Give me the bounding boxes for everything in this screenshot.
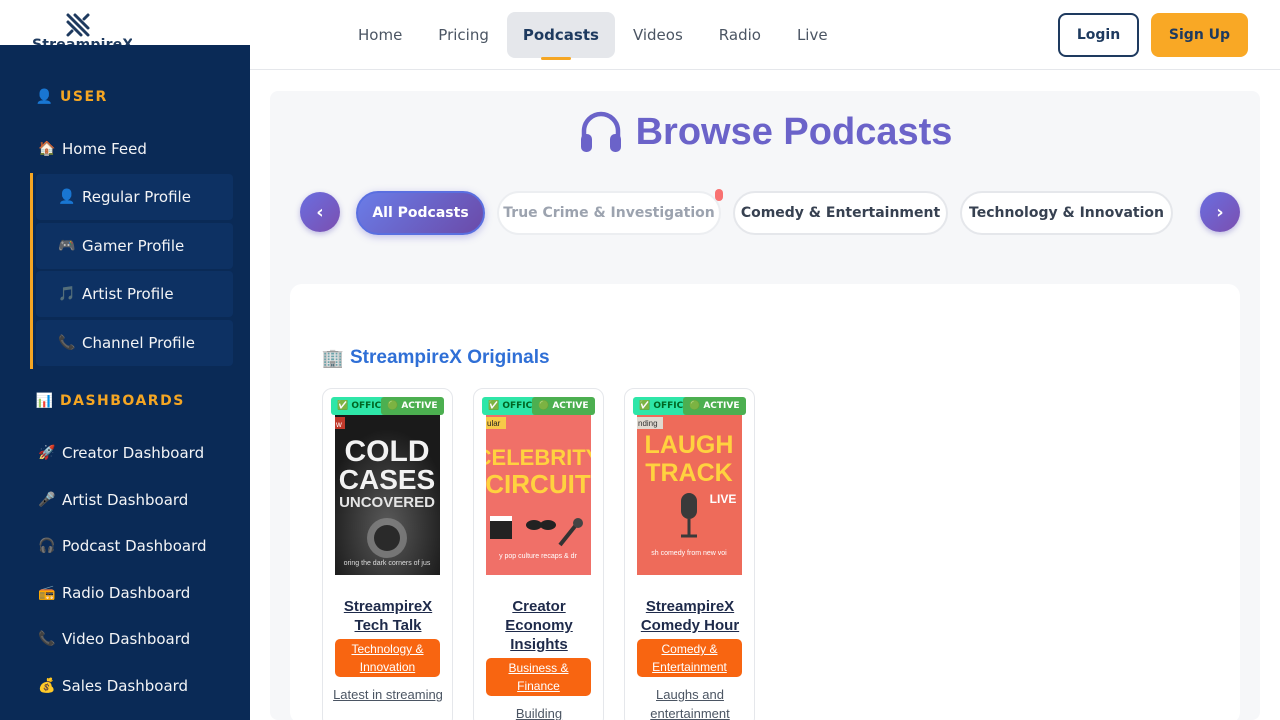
sidebar-item-regular-profile[interactable]: 👤 Regular Profile <box>36 174 233 220</box>
sidebar-item-sales-dashboard[interactable]: 💰 Sales Dashboard <box>38 677 188 695</box>
cover-title-line: CASES <box>339 464 435 495</box>
active-badge: 🟢 ACTIVE <box>532 397 595 415</box>
sidebar-item-label: Artist Profile <box>82 285 174 303</box>
sidebar-item-label: Video Dashboard <box>62 630 191 648</box>
sidebar-item-label: Home Feed <box>62 140 147 158</box>
sidebar-item-label: Artist Dashboard <box>62 491 189 509</box>
nav-pricing[interactable]: Pricing <box>420 12 507 58</box>
telephone-icon: 📞 <box>58 335 76 351</box>
nav-podcasts[interactable]: Podcasts <box>506 12 615 60</box>
podcast-card[interactable]: ✅ OFFICIAL 🟢 ACTIVE w COLD CASES UNCOVER… <box>322 388 453 720</box>
notification-dot <box>715 189 723 201</box>
main-content: Browse Podcasts ‹ All Podcasts True Crim… <box>270 91 1260 720</box>
podcast-card[interactable]: ✅ OFFICIAL 🟢 ACTIVE ular CELEBRITY CIRCU… <box>473 388 604 720</box>
podcast-description[interactable]: Latest in streaming <box>333 685 443 704</box>
user-icon: 👤 <box>58 189 76 205</box>
sidebar: 👤 USER 🏠 Home Feed 👤 Regular Profile 🎮 G… <box>0 45 250 720</box>
headphones-icon <box>580 111 621 152</box>
profile-submenu: 👤 Regular Profile 🎮 Gamer Profile 🎵 Arti… <box>30 173 233 369</box>
active-badge: 🟢 ACTIVE <box>381 397 444 415</box>
office-building-icon: 🏢 <box>321 347 345 368</box>
sidebar-item-label: Channel Profile <box>82 334 195 352</box>
section-title-text: StreampireX Originals <box>350 347 550 368</box>
sidebar-item-podcast-dashboard[interactable]: 🎧 Podcast Dashboard <box>38 537 207 555</box>
signup-button[interactable]: Sign Up <box>1151 13 1248 57</box>
house-icon: 🏠 <box>38 141 56 157</box>
logo-icon <box>66 13 90 37</box>
category-prev-button[interactable]: ‹ <box>300 192 340 232</box>
cover-tag: ular <box>487 419 501 428</box>
money-bag-icon: 💰 <box>38 678 56 694</box>
sidebar-section-dashboards: 📊 DASHBOARDS <box>36 393 185 409</box>
category-badge[interactable]: Comedy & Entertainment <box>637 639 742 677</box>
rocket-icon: 🚀 <box>38 445 56 461</box>
active-badge: 🟢 ACTIVE <box>683 397 746 415</box>
podcast-description[interactable]: Building <box>484 704 594 720</box>
nav-radio[interactable]: Radio <box>701 12 779 58</box>
sidebar-item-video-dashboard[interactable]: 📞 Video Dashboard <box>38 630 190 648</box>
category-badge[interactable]: Business & Finance <box>486 658 591 696</box>
sidebar-section-label: DASHBOARDS <box>60 393 185 409</box>
main-nav: Home Pricing Podcasts Videos Radio Live <box>340 12 846 60</box>
cover-caption: y pop culture recaps & dr <box>499 553 577 560</box>
sidebar-item-home-feed[interactable]: 🏠 Home Feed <box>38 140 147 158</box>
category-chip-true-crime[interactable]: True Crime & Investigation <box>497 189 723 235</box>
sidebar-item-artist-profile[interactable]: 🎵 Artist Profile <box>36 271 233 317</box>
cover-title-line: LIVE <box>710 492 737 506</box>
podcast-cover[interactable]: w COLD CASES UNCOVERED oring the dark co… <box>335 413 440 575</box>
podcast-card[interactable]: ✅ OFFICIAL 🟢 ACTIVE nding LAUGH TRACK LI… <box>624 388 755 720</box>
cover-caption: oring the dark corners of jus <box>344 560 431 567</box>
sidebar-item-label: Regular Profile <box>82 188 191 206</box>
sidebar-item-channel-profile[interactable]: 📞 Channel Profile <box>36 320 233 366</box>
sidebar-item-label: Sales Dashboard <box>62 677 189 695</box>
sidebar-item-label: Podcast Dashboard <box>62 537 207 555</box>
headphones-icon: 🎧 <box>38 538 56 554</box>
cover-title-line: UNCOVERED <box>339 494 435 511</box>
sidebar-item-creator-dashboard[interactable]: 🚀 Creator Dashboard <box>38 444 204 462</box>
cover-title-line: CIRCUIT <box>486 469 591 499</box>
cover-title-line: LAUGH <box>645 431 734 459</box>
category-next-button[interactable]: › <box>1200 192 1240 232</box>
sidebar-item-artist-dashboard[interactable]: 🎤 Artist Dashboard <box>38 491 188 509</box>
gamepad-icon: 🎮 <box>58 238 76 254</box>
category-chip-label: True Crime & Investigation <box>503 205 715 221</box>
section-title: 🏢 StreampireX Originals <box>322 347 550 369</box>
telephone-icon: 📞 <box>38 631 56 647</box>
category-badge[interactable]: Technology & Innovation <box>335 639 440 677</box>
podcast-cover[interactable]: nding LAUGH TRACK LIVE sh comedy from ne… <box>637 413 742 575</box>
microphone-icon: 🎤 <box>38 492 56 508</box>
sidebar-section-label: USER <box>60 89 108 105</box>
sidebar-item-label: Radio Dashboard <box>62 584 191 602</box>
login-button[interactable]: Login <box>1058 13 1139 57</box>
cover-tag: w <box>335 420 342 429</box>
podcast-title[interactable]: StreampireX Tech Talk <box>329 597 447 635</box>
podcast-title[interactable]: StreampireX Comedy Hour <box>631 597 749 635</box>
podcast-description[interactable]: Laughs and entertainment <box>635 685 745 720</box>
cover-caption: sh comedy from new voi <box>651 550 727 557</box>
podcast-cover[interactable]: ular CELEBRITY CIRCUIT y pop culture rec… <box>486 413 591 575</box>
nav-live[interactable]: Live <box>779 12 846 58</box>
page-title-text: Browse Podcasts <box>635 110 953 153</box>
category-chip-comedy[interactable]: Comedy & Entertainment <box>733 191 948 235</box>
category-chip-technology[interactable]: Technology & Innovation <box>960 191 1173 235</box>
sidebar-item-label: Gamer Profile <box>82 237 185 255</box>
podcast-title[interactable]: Creator Economy Insights <box>480 597 598 654</box>
category-chip-all[interactable]: All Podcasts <box>356 191 485 235</box>
cover-tag: nding <box>638 419 658 428</box>
sidebar-item-gamer-profile[interactable]: 🎮 Gamer Profile <box>36 223 233 269</box>
bar-chart-icon: 📊 <box>35 393 55 409</box>
cover-title-line: TRACK <box>645 459 733 487</box>
nav-videos[interactable]: Videos <box>615 12 701 58</box>
radio-icon: 📻 <box>38 585 56 601</box>
podcast-panel: 🏢 StreampireX Originals ✅ OFFICIAL 🟢 ACT… <box>290 284 1240 720</box>
user-icon: 👤 <box>35 89 55 105</box>
page-title: Browse Podcasts <box>270 109 1260 155</box>
music-note-icon: 🎵 <box>58 286 76 302</box>
sidebar-item-label: Creator Dashboard <box>62 444 205 462</box>
sidebar-section-user: 👤 USER <box>36 89 108 105</box>
nav-home[interactable]: Home <box>340 12 420 58</box>
sidebar-item-radio-dashboard[interactable]: 📻 Radio Dashboard <box>38 584 190 602</box>
cover-title-line: CELEBRITY <box>486 445 591 470</box>
